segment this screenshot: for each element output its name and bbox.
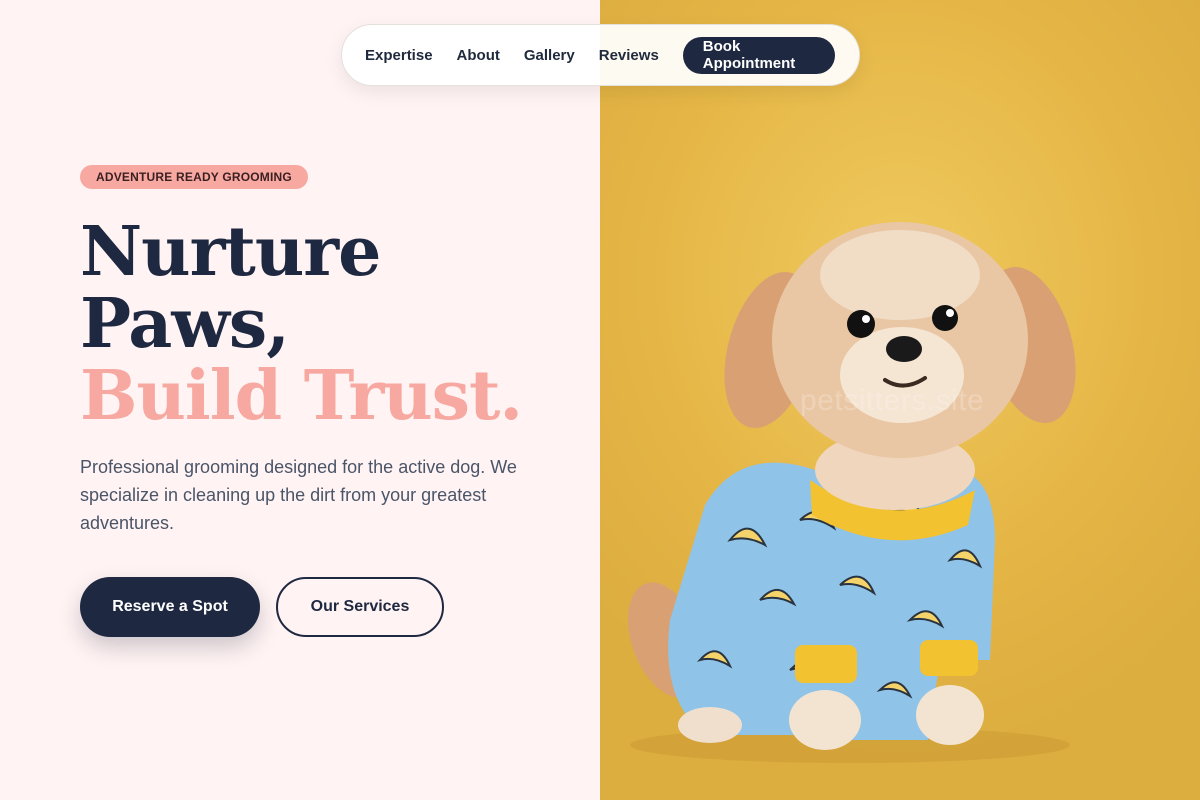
nav-link-about[interactable]: About (457, 47, 500, 64)
nav-link-gallery[interactable]: Gallery (524, 47, 575, 64)
dog-eye-right (932, 305, 958, 331)
hero-headline: Nurture Paws, Build Trust. (80, 216, 523, 432)
watermark-text: petsitters.site (800, 384, 985, 417)
nav-link-reviews[interactable]: Reviews (599, 47, 659, 64)
headline-line-2: Paws, (80, 284, 290, 364)
dog-cuff-right (920, 640, 978, 676)
hero-description: Professional grooming designed for the a… (80, 457, 517, 533)
dog-cuff-left (795, 645, 857, 683)
our-services-button[interactable]: Our Services (276, 577, 444, 637)
headline-line-1: Nurture (80, 212, 381, 292)
dog-eye-left (847, 310, 875, 338)
top-navigation: Expertise About Gallery Reviews Book App… (341, 24, 860, 86)
hero-badge: ADVENTURE READY GROOMING (80, 165, 308, 189)
dog-paw-left (789, 690, 861, 750)
book-appointment-button[interactable]: Book Appointment (682, 36, 835, 74)
headline-line-3: Build Trust. (80, 356, 523, 436)
nav-link-expertise[interactable]: Expertise (365, 47, 433, 64)
reserve-spot-button[interactable]: Reserve a Spot (80, 577, 260, 637)
dog-paw-right (916, 685, 984, 745)
dog-nose (886, 336, 922, 362)
